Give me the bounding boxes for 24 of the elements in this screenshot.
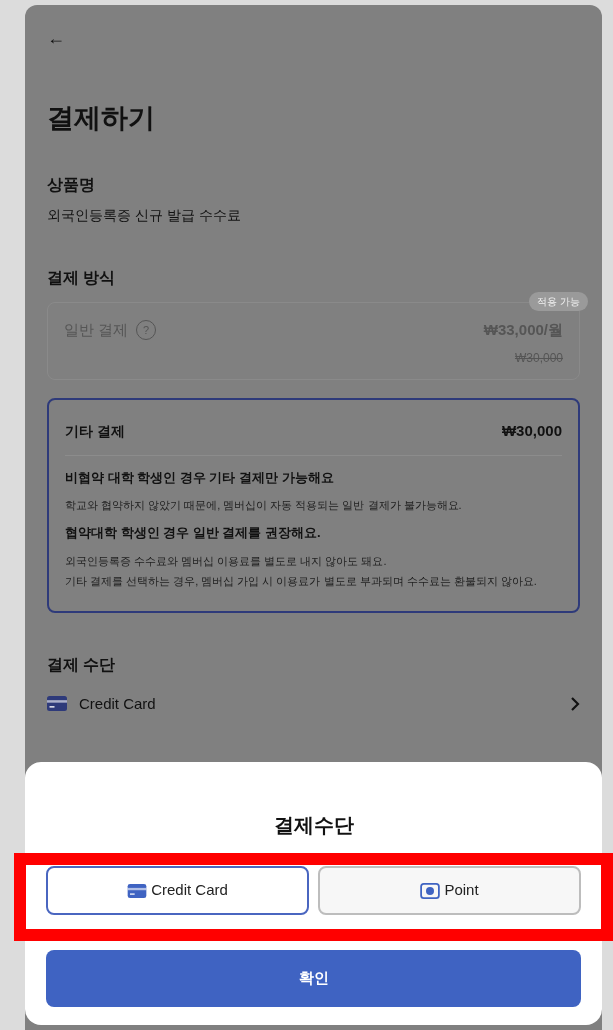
availability-badge: 적용 가능 — [529, 291, 588, 311]
section-heading: 결제 수단 — [47, 654, 117, 675]
section-heading: 상품명 — [47, 174, 96, 195]
credit-card-icon — [127, 883, 148, 898]
confirm-button[interactable]: 확인 — [46, 950, 581, 1007]
page-title: 결제하기 — [47, 102, 156, 135]
note-text: 학교와 협약하지 않았기 때문에, 멤버십이 자동 적용되는 일반 결제가 불가능해요. — [65, 498, 463, 513]
payment-method-label: Credit Card — [79, 693, 156, 714]
product-name: 외국인등록증 신규 발급 수수료 — [47, 205, 242, 225]
note-heading: 비협약 대학 학생인 경우 기타 결제만 가능해요 — [65, 468, 335, 487]
credit-card-icon — [47, 696, 67, 712]
payment-option-card[interactable]: 기타 결제 ₩30,000 비협약 대학 학생인 경우 기타 결제만 가능해요 학교와 협약하지 않았기 때문에, 멤버십이 자동 적용되는 일반 결제가 불가능해요. 협약대학 학생인 경우 일반 결제를 권장해요. 외국인등록증 수수료와 멤버십 이용료를 별도로 내지 않아도 돼요. 기타 결제를 선택하는 경우, 멤버십 가입 시 이용료가 별도로 부과되며 수수료는 환불되지 않아요. — [47, 398, 580, 613]
option-price: ₩30,000 — [501, 421, 562, 441]
note-text: 외국인등록증 수수료와 멤버십 이용료를 별도로 내지 않아도 돼요. 기타 결제를 선택하는 경우, 멤버십 가입 시 이용료가 별도로 부과되며 수수료는 환불되지 않아요. — [65, 553, 538, 589]
point-icon — [420, 882, 441, 899]
section-heading: 결제 방식 — [47, 267, 117, 288]
sheet-title: 결제수단 — [272, 813, 355, 838]
payment-option-button[interactable]: Point — [318, 866, 581, 915]
payment-method-row[interactable]: Credit Card — [47, 692, 580, 715]
note-heading: 협약대학 학생인 경우 일반 결제를 권장해요. — [65, 524, 322, 542]
back-button[interactable]: ← — [47, 25, 65, 52]
option-label: 기타 결제 — [65, 421, 125, 441]
chevron-right-icon — [570, 696, 580, 711]
payment-option-button[interactable]: Credit Card — [46, 866, 309, 915]
